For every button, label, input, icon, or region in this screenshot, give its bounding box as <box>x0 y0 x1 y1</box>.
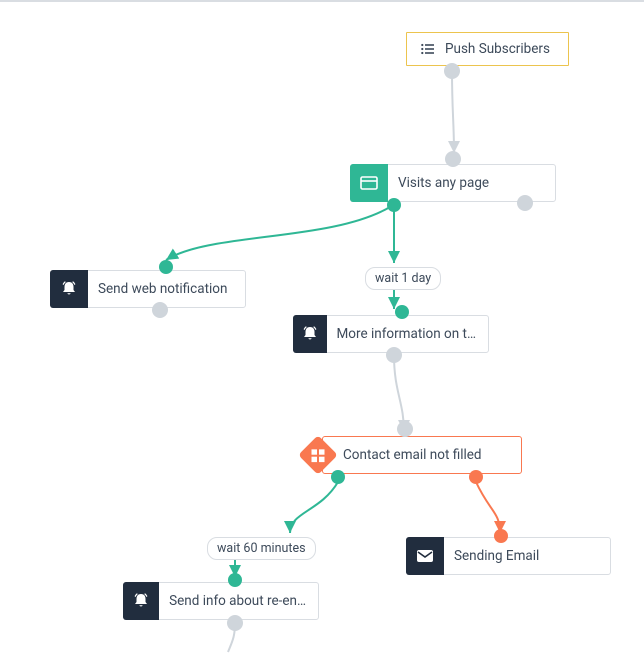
port[interactable] <box>386 347 402 363</box>
pill-label: wait 60 minutes <box>217 541 306 556</box>
bell-icon <box>293 315 327 353</box>
node-label: Sending Email <box>454 548 539 564</box>
port-yes[interactable] <box>331 470 345 484</box>
port-in[interactable] <box>494 529 508 543</box>
node-label: Contact email not filled <box>343 447 482 463</box>
page-icon <box>350 164 388 202</box>
pill-label: wait 1 day <box>375 271 431 286</box>
node-label: Send info about re-en… <box>169 593 306 609</box>
node-label: Push Subscribers <box>445 41 550 57</box>
grid-icon <box>298 435 338 475</box>
workflow-canvas[interactable]: Push Subscribers Visits any page wait 1 … <box>0 2 644 654</box>
port-in[interactable] <box>397 421 413 437</box>
node-label: Send web notification <box>98 281 227 297</box>
list-icon <box>421 43 435 55</box>
node-send-web-notification[interactable]: Send web notification <box>50 270 246 308</box>
port-in[interactable] <box>228 573 242 587</box>
node-label: More information on t… <box>337 326 476 342</box>
node-condition-email[interactable]: Contact email not filled <box>322 436 522 474</box>
port-in[interactable] <box>159 260 173 274</box>
bell-icon <box>123 582 159 620</box>
port[interactable] <box>227 615 243 631</box>
node-push-subscribers[interactable]: Push Subscribers <box>406 32 569 66</box>
port[interactable] <box>445 151 461 167</box>
port-no[interactable] <box>469 470 483 484</box>
node-send-reengage[interactable]: Send info about re-en… <box>123 582 319 620</box>
port[interactable] <box>444 63 460 79</box>
mail-icon <box>406 537 444 575</box>
bell-icon <box>50 270 88 308</box>
port[interactable] <box>517 195 533 211</box>
port[interactable] <box>152 302 168 318</box>
port-out[interactable] <box>387 198 401 212</box>
wait-1-day[interactable]: wait 1 day <box>365 267 441 290</box>
node-label: Visits any page <box>398 175 489 191</box>
node-sending-email[interactable]: Sending Email <box>406 537 611 575</box>
port-in[interactable] <box>395 305 409 319</box>
wait-60-min[interactable]: wait 60 minutes <box>207 537 316 560</box>
